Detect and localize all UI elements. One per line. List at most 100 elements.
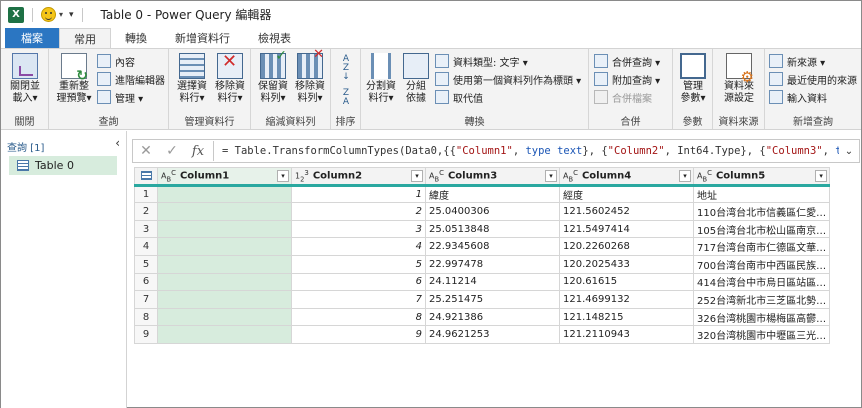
cell-column1[interactable] [157, 184, 292, 204]
cell-column5[interactable]: 414台湾台中市烏日區站區… [692, 272, 831, 292]
cell-column3[interactable]: 24.921386 [425, 307, 560, 327]
text-type-icon[interactable]: ABC [563, 169, 578, 182]
cell-column5[interactable]: 326台湾桃園市楊梅區高鬱… [692, 307, 831, 327]
fx-icon[interactable]: fx [185, 144, 211, 159]
cell-column4[interactable]: 120.2260268 [559, 237, 694, 256]
queries-header[interactable]: 查詢 [1] [7, 139, 44, 154]
remove-rows-button[interactable]: 移除資 料列▾ [291, 49, 329, 105]
cell-column5[interactable]: 105台湾台北市松山區南京… [692, 219, 831, 239]
cell-column2[interactable]: 8 [291, 307, 426, 327]
choose-columns-button[interactable]: 選擇資 料行▾ [173, 53, 211, 105]
cell-column5[interactable]: 252台湾新北市三芝區北勢… [692, 290, 831, 309]
merge-queries-button[interactable]: 合併查詢 ▾ [594, 53, 660, 69]
cell-column1[interactable] [157, 325, 292, 344]
chevron-down-icon[interactable]: ▾ [59, 10, 63, 19]
cell-column2[interactable]: 6 [291, 272, 426, 292]
cell-column3[interactable]: 25.251475 [425, 290, 560, 309]
cell-column4[interactable]: 經度 [559, 184, 694, 204]
table-menu-button[interactable] [134, 167, 158, 187]
cell-column1[interactable] [157, 307, 292, 327]
column-header-3[interactable]: ABC Column3 ▾ [425, 167, 560, 187]
filter-dropdown-icon[interactable]: ▾ [411, 170, 423, 182]
data-type-dropdown[interactable]: 資料類型: 文字 ▾ [435, 53, 528, 69]
keep-rows-button[interactable]: 保留資 料列▾ [254, 50, 292, 105]
cell-column1[interactable] [157, 237, 292, 256]
cell-column1[interactable] [157, 290, 292, 309]
remove-columns-button[interactable]: 移除資 料行▾ [211, 53, 249, 105]
sort-descending-button[interactable]: ZA [339, 89, 353, 107]
cell-column2[interactable]: 3 [291, 219, 426, 239]
tab-file[interactable]: 檔案 [5, 28, 59, 48]
data-source-settings-button[interactable]: 資料來 源設定 [719, 53, 759, 105]
cell-column1[interactable] [157, 272, 292, 292]
row-number[interactable]: 3 [134, 219, 158, 239]
row-number[interactable]: 7 [134, 290, 158, 309]
advanced-editor-button[interactable]: 進階編輯器 [97, 71, 165, 87]
cell-column2[interactable]: 1 [291, 184, 426, 204]
filter-dropdown-icon[interactable]: ▾ [815, 170, 828, 182]
row-number[interactable]: 1 [134, 184, 158, 204]
enter-data-button[interactable]: 輸入資料 [769, 89, 827, 105]
cell-column1[interactable] [157, 202, 292, 221]
close-and-load-button[interactable]: 關閉並 載入▾ [6, 53, 44, 105]
text-type-icon[interactable]: ABC [697, 169, 712, 182]
cell-column2[interactable]: 9 [291, 325, 426, 344]
new-source-button[interactable]: 新來源 ▾ [769, 53, 825, 69]
split-column-button[interactable]: 分割資 料行▾ [363, 53, 399, 105]
cell-column5[interactable]: 717台湾台南市仁德區文華… [692, 237, 831, 256]
tab-view[interactable]: 檢視表 [244, 28, 305, 48]
cell-column2[interactable]: 2 [291, 202, 426, 221]
cell-column1[interactable] [157, 219, 292, 239]
group-by-button[interactable]: 分組 依據 [401, 53, 431, 105]
cell-column4[interactable]: 121.2110943 [559, 325, 694, 344]
cell-column3[interactable]: 25.0513848 [425, 219, 560, 239]
filter-dropdown-icon[interactable]: ▾ [679, 170, 691, 182]
row-number[interactable]: 4 [134, 237, 158, 256]
column-header-1[interactable]: ABC Column1 ▾ [157, 167, 292, 187]
cell-column4[interactable]: 120.2025433 [559, 254, 694, 274]
cell-column3[interactable]: 25.0400306 [425, 202, 560, 221]
feedback-smiley-icon[interactable] [41, 7, 56, 22]
manage-button[interactable]: 管理 ▾ [97, 89, 143, 105]
replace-values-button[interactable]: 取代值 [435, 89, 483, 105]
cell-column4[interactable]: 121.5497414 [559, 219, 694, 239]
text-type-icon[interactable]: ABC [161, 169, 176, 182]
tab-home[interactable]: 常用 [59, 28, 111, 48]
append-queries-button[interactable]: 附加查詢 ▾ [594, 71, 660, 87]
cell-column5[interactable]: 110台湾台北市信義區仁愛… [692, 202, 831, 221]
tab-add-column[interactable]: 新增資料行 [161, 28, 244, 48]
cancel-formula-icon[interactable]: ✕ [133, 143, 159, 159]
column-header-5[interactable]: ABC Column5 ▾ [692, 167, 831, 187]
collapse-pane-icon[interactable]: ‹ [115, 136, 120, 150]
recent-sources-button[interactable]: 最近使用的來源 [769, 71, 857, 87]
cell-column4[interactable]: 121.4699132 [559, 290, 694, 309]
use-first-row-headers-button[interactable]: 使用第一個資料列作為標頭 ▾ [435, 71, 581, 87]
whole-number-type-icon[interactable]: 123 [295, 169, 309, 182]
cell-column5[interactable]: 地址 [692, 184, 831, 204]
cell-column4[interactable]: 121.5602452 [559, 202, 694, 221]
properties-button[interactable]: 內容 [97, 53, 135, 69]
quick-access-dropdown-icon[interactable]: ▾ [69, 10, 74, 20]
cell-column5[interactable]: 700台湾台南市中西區民族… [692, 254, 831, 274]
tab-transform[interactable]: 轉換 [111, 28, 161, 48]
cell-column2[interactable]: 4 [291, 237, 426, 256]
row-number[interactable]: 8 [134, 307, 158, 327]
column-header-2[interactable]: 123 Column2 ▾ [291, 167, 426, 187]
query-item-table0[interactable]: Table 0 [9, 156, 117, 175]
confirm-formula-icon[interactable]: ✓ [159, 143, 185, 159]
cell-column4[interactable]: 121.148215 [559, 307, 694, 327]
column-header-4[interactable]: ABC Column4 ▾ [559, 167, 694, 187]
cell-column3[interactable]: 緯度 [425, 184, 560, 204]
manage-parameters-button[interactable]: 管理 參數▾ [676, 53, 710, 105]
cell-column3[interactable]: 22.997478 [425, 254, 560, 274]
cell-column1[interactable] [157, 254, 292, 274]
row-number[interactable]: 5 [134, 254, 158, 274]
cell-column3[interactable]: 22.9345608 [425, 237, 560, 256]
sort-ascending-button[interactable]: A Z ↓ [339, 55, 353, 82]
row-number[interactable]: 6 [134, 272, 158, 292]
row-number[interactable]: 2 [134, 202, 158, 221]
cell-column5[interactable]: 320台湾桃園市中壢區三光… [692, 325, 831, 344]
filter-dropdown-icon[interactable]: ▾ [545, 170, 557, 182]
formula-input[interactable]: = Table.TransformColumnTypes(Data0,{{"Co… [216, 145, 839, 157]
cell-column2[interactable]: 5 [291, 254, 426, 274]
